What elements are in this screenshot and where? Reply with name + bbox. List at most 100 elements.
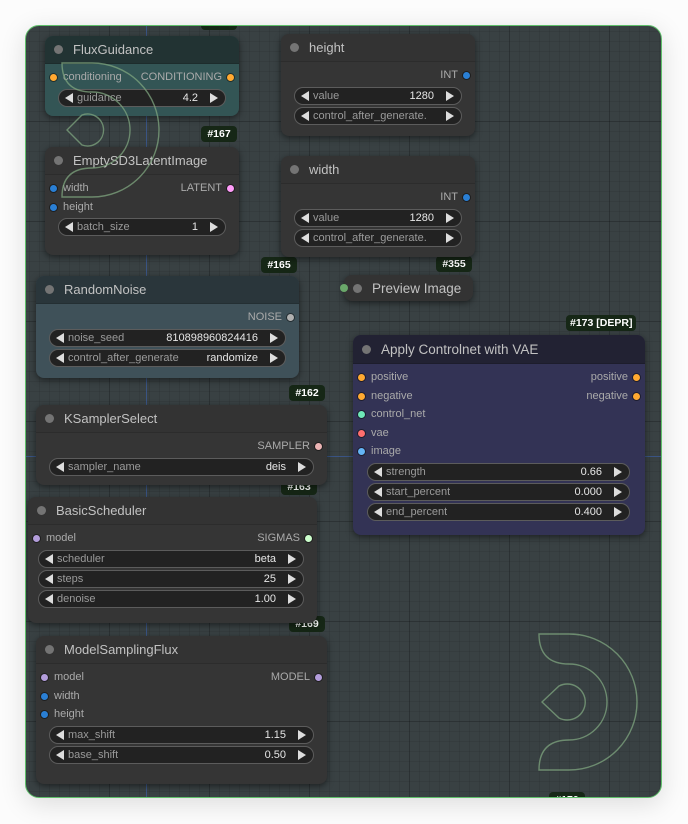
- collapse-toggle-icon[interactable]: [45, 285, 54, 294]
- collapse-toggle-icon[interactable]: [37, 506, 46, 515]
- increment-arrow-icon[interactable]: [270, 352, 278, 363]
- node-header[interactable]: EmptySD3LatentImage: [45, 147, 239, 175]
- widget-end-percent[interactable]: end_percent 0.400: [367, 502, 630, 521]
- increment-arrow-icon[interactable]: [210, 92, 218, 103]
- increment-arrow-icon[interactable]: [270, 332, 278, 343]
- node-header[interactable]: RandomNoise: [36, 276, 299, 304]
- input-slot-control-net[interactable]: [358, 411, 365, 418]
- widget-strength[interactable]: strength 0.66: [367, 462, 630, 481]
- collapse-toggle-icon[interactable]: [45, 414, 54, 423]
- widget-start-percent[interactable]: start_percent 0.000: [367, 482, 630, 501]
- input-slot-height[interactable]: [41, 711, 48, 718]
- decrement-arrow-icon[interactable]: [301, 212, 309, 223]
- decrement-arrow-icon[interactable]: [301, 110, 309, 121]
- input-slot-images[interactable]: [340, 284, 348, 292]
- output-slot-model[interactable]: [315, 674, 322, 681]
- node-width[interactable]: width INT value 1280 control_after_gener…: [281, 156, 475, 257]
- widget-denoise[interactable]: denoise 1.00: [38, 589, 304, 608]
- widget-sampler-name[interactable]: sampler_name deis: [49, 457, 314, 476]
- increment-arrow-icon[interactable]: [298, 749, 306, 760]
- decrement-arrow-icon[interactable]: [374, 466, 382, 477]
- increment-arrow-icon[interactable]: [446, 232, 454, 243]
- input-slot-model[interactable]: [41, 674, 48, 681]
- node-header[interactable]: ModelSamplingFlux: [36, 636, 327, 664]
- node-header[interactable]: BasicScheduler: [28, 497, 317, 525]
- widget-value[interactable]: value 1280: [294, 86, 462, 105]
- input-slot-vae[interactable]: [358, 429, 365, 437]
- increment-arrow-icon[interactable]: [288, 553, 296, 564]
- collapse-toggle-icon[interactable]: [54, 156, 63, 165]
- output-slot-negative[interactable]: [633, 392, 640, 400]
- decrement-arrow-icon[interactable]: [374, 486, 382, 497]
- node-preview-image-collapsed[interactable]: Preview Image: [340, 275, 473, 301]
- increment-arrow-icon[interactable]: [614, 466, 622, 477]
- input-slot-conditioning[interactable]: [50, 74, 57, 81]
- collapse-toggle-icon[interactable]: [353, 283, 362, 293]
- decrement-arrow-icon[interactable]: [301, 90, 309, 101]
- node-header[interactable]: KSamplerSelect: [36, 405, 327, 433]
- output-slot-positive[interactable]: [633, 374, 640, 381]
- increment-arrow-icon[interactable]: [446, 212, 454, 223]
- collapse-toggle-icon[interactable]: [362, 344, 371, 354]
- increment-arrow-icon[interactable]: [288, 573, 296, 584]
- decrement-arrow-icon[interactable]: [56, 749, 64, 760]
- decrement-arrow-icon[interactable]: [45, 593, 53, 604]
- widget-control-after-generate[interactable]: control_after_generate.: [294, 228, 462, 247]
- widget-value[interactable]: value 1280: [294, 208, 462, 227]
- node-header[interactable]: width: [281, 156, 475, 184]
- node-flux-guidance[interactable]: FluxGuidance conditioning CONDITIONING g…: [45, 36, 239, 116]
- input-slot-height[interactable]: [50, 203, 57, 211]
- increment-arrow-icon[interactable]: [614, 486, 622, 497]
- widget-steps[interactable]: steps 25: [38, 569, 304, 588]
- input-slot-positive[interactable]: [358, 374, 365, 381]
- output-slot-latent[interactable]: [227, 185, 234, 192]
- input-slot-image[interactable]: [358, 448, 365, 455]
- decrement-arrow-icon[interactable]: [65, 222, 73, 232]
- node-empty-sd3-latent-image[interactable]: EmptySD3LatentImage width LATENT height …: [45, 147, 239, 255]
- node-graph-canvas[interactable]: #167 #165 #355 #162 #163 #169 #173 [DEPR…: [25, 25, 662, 798]
- widget-control-after-generate[interactable]: control_after_generate.: [294, 106, 462, 125]
- node-apply-controlnet-with-vae[interactable]: Apply Controlnet with VAE positive posit…: [353, 335, 645, 535]
- output-slot-int[interactable]: [463, 194, 470, 201]
- decrement-arrow-icon[interactable]: [56, 352, 64, 363]
- decrement-arrow-icon[interactable]: [45, 553, 53, 564]
- input-slot-negative[interactable]: [358, 392, 365, 400]
- input-slot-width[interactable]: [50, 185, 57, 192]
- decrement-arrow-icon[interactable]: [374, 506, 382, 517]
- output-slot-conditioning[interactable]: [227, 74, 234, 81]
- widget-base-shift[interactable]: base_shift 0.50: [49, 745, 314, 764]
- decrement-arrow-icon[interactable]: [56, 461, 64, 472]
- output-slot-sigmas[interactable]: [305, 535, 312, 542]
- output-slot-noise[interactable]: [287, 314, 294, 321]
- widget-control-after-generate[interactable]: control_after_generate randomize: [49, 348, 286, 367]
- increment-arrow-icon[interactable]: [446, 90, 454, 101]
- decrement-arrow-icon[interactable]: [45, 573, 53, 584]
- increment-arrow-icon[interactable]: [446, 110, 454, 121]
- widget-noise-seed[interactable]: noise_seed 810898960824416: [49, 328, 286, 347]
- output-slot-int[interactable]: [463, 72, 470, 79]
- increment-arrow-icon[interactable]: [288, 593, 296, 604]
- increment-arrow-icon[interactable]: [210, 222, 218, 232]
- collapse-toggle-icon[interactable]: [54, 45, 63, 54]
- decrement-arrow-icon[interactable]: [56, 332, 64, 343]
- node-ksampler-select[interactable]: KSamplerSelect SAMPLER sampler_name deis: [36, 405, 327, 485]
- node-basic-scheduler[interactable]: BasicScheduler model SIGMAS scheduler be…: [28, 497, 317, 623]
- node-header[interactable]: height: [281, 34, 475, 62]
- widget-max-shift[interactable]: max_shift 1.15: [49, 725, 314, 744]
- collapse-toggle-icon[interactable]: [290, 43, 299, 52]
- input-slot-width[interactable]: [41, 692, 48, 700]
- increment-arrow-icon[interactable]: [614, 506, 622, 517]
- widget-scheduler[interactable]: scheduler beta: [38, 549, 304, 568]
- decrement-arrow-icon[interactable]: [301, 232, 309, 243]
- collapse-toggle-icon[interactable]: [45, 645, 54, 654]
- input-slot-model[interactable]: [33, 535, 40, 542]
- increment-arrow-icon[interactable]: [298, 729, 306, 740]
- node-header[interactable]: FluxGuidance: [45, 36, 239, 64]
- node-header[interactable]: Apply Controlnet with VAE: [353, 335, 645, 364]
- node-height[interactable]: height INT value 1280 control_after_gene…: [281, 34, 475, 136]
- increment-arrow-icon[interactable]: [298, 461, 306, 472]
- widget-guidance[interactable]: guidance 4.2: [58, 88, 226, 107]
- collapse-toggle-icon[interactable]: [290, 165, 299, 174]
- node-random-noise[interactable]: RandomNoise NOISE noise_seed 81089896082…: [36, 276, 299, 378]
- widget-batch-size[interactable]: batch_size 1: [58, 218, 226, 236]
